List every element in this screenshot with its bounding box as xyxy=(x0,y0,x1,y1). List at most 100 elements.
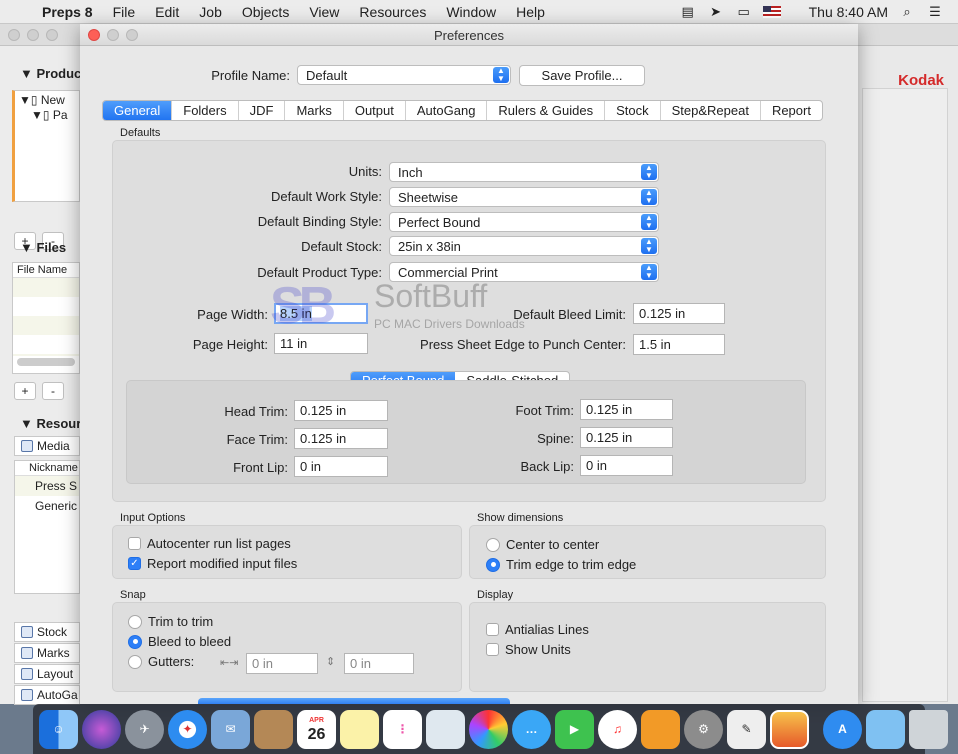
show-units-checkbox[interactable]: Show Units xyxy=(486,642,571,657)
menu-file[interactable]: File xyxy=(103,4,146,20)
head-trim-field[interactable]: 0.125 in xyxy=(294,400,388,421)
finder-icon[interactable]: ☺ xyxy=(39,709,78,749)
autocenter-checkbox[interactable]: Autocenter run list pages xyxy=(128,536,291,551)
printer-status-icon[interactable]: ▤ xyxy=(679,4,697,19)
files-section-header[interactable]: ▼ Files xyxy=(20,240,66,255)
tab-jdf[interactable]: JDF xyxy=(239,101,286,120)
menubar-clock[interactable]: Thu 8:40 AM xyxy=(809,4,888,20)
trim-edge-radio[interactable]: Trim edge to trim edge xyxy=(486,557,636,572)
spotlight-search-icon[interactable]: ⌕ xyxy=(898,4,916,19)
tab-output[interactable]: Output xyxy=(344,101,406,120)
menu-app-name[interactable]: Preps 8 xyxy=(34,4,103,20)
messages-icon[interactable]: … xyxy=(512,709,551,749)
resource-media-tab[interactable]: Media xyxy=(14,436,80,456)
center-to-center-radio[interactable]: Center to center xyxy=(486,537,599,552)
menu-help[interactable]: Help xyxy=(506,4,555,20)
checkmark-icon: ✓ xyxy=(128,557,141,570)
trash-icon[interactable] xyxy=(909,709,948,749)
siri-icon[interactable] xyxy=(82,709,121,749)
notification-center-icon[interactable]: ☰ xyxy=(926,4,944,19)
trim-to-trim-radio[interactable]: Trim to trim xyxy=(128,614,213,629)
gutter-vertical-field[interactable]: 0 in xyxy=(344,653,414,674)
page-width-field[interactable]: 8.5 in xyxy=(274,303,368,324)
preps-app-icon[interactable] xyxy=(770,709,809,749)
files-remove-button[interactable]: - xyxy=(42,382,64,400)
files-scrollbar[interactable] xyxy=(17,358,75,366)
display-mirror-icon[interactable]: ▭ xyxy=(735,4,753,19)
tab-marks[interactable]: Marks xyxy=(285,101,344,120)
resource-row-press[interactable]: Press S xyxy=(15,476,79,496)
tab-step-repeat[interactable]: Step&Repeat xyxy=(661,101,761,120)
facetime-icon[interactable]: ▶ xyxy=(555,709,594,749)
tree-item-new[interactable]: ▼▯ New xyxy=(15,91,79,107)
files-add-button[interactable]: + xyxy=(14,382,36,400)
menu-objects[interactable]: Objects xyxy=(232,4,299,20)
input-source-flag-icon[interactable] xyxy=(762,5,781,18)
menu-edit[interactable]: Edit xyxy=(145,4,189,20)
main-close-icon[interactable] xyxy=(8,28,20,41)
default-stock-select[interactable]: 25in x 38in ▲ ▼ xyxy=(389,236,659,256)
resources-column-header[interactable]: Nickname xyxy=(15,461,79,476)
resource-marks-tab[interactable]: Marks xyxy=(14,643,80,663)
units-select[interactable]: Inch ▲ ▼ xyxy=(389,162,659,182)
bleed-limit-field[interactable]: 0.125 in xyxy=(633,303,725,324)
save-profile-button[interactable]: Save Profile... xyxy=(519,65,645,86)
product-type-select[interactable]: Commercial Print ▲ ▼ xyxy=(389,262,659,282)
gutter-horizontal-field[interactable]: 0 in xyxy=(246,653,318,674)
tab-general[interactable]: General xyxy=(103,101,173,120)
contacts-icon[interactable] xyxy=(254,709,293,749)
tab-rulers-guides[interactable]: Rulers & Guides xyxy=(487,101,606,120)
binding-style-select[interactable]: Perfect Bound ▲ ▼ xyxy=(389,212,659,232)
app-store-icon[interactable]: A xyxy=(823,709,862,749)
textedit-icon[interactable]: ✎ xyxy=(727,709,766,749)
tab-autogang[interactable]: AutoGang xyxy=(406,101,488,120)
resource-stock-tab[interactable]: Stock xyxy=(14,622,80,642)
books-icon[interactable] xyxy=(641,709,680,749)
resource-row-generic[interactable]: Generic xyxy=(15,496,79,516)
music-icon[interactable]: ♫ xyxy=(598,709,637,749)
send-icon[interactable]: ➤ xyxy=(707,4,725,19)
tree-item-page[interactable]: ▼▯ Pa xyxy=(15,107,79,122)
report-modified-checkbox[interactable]: ✓ Report modified input files xyxy=(128,556,297,571)
resource-layout-tab[interactable]: Layout xyxy=(14,664,80,684)
photos-icon[interactable] xyxy=(469,709,508,749)
products-section-header[interactable]: ▼ Produc xyxy=(20,66,81,81)
menu-job[interactable]: Job xyxy=(189,4,232,20)
punch-center-field[interactable]: 1.5 in xyxy=(633,334,725,355)
spine-field[interactable]: 0.125 in xyxy=(580,427,673,448)
face-trim-field[interactable]: 0.125 in xyxy=(294,428,388,449)
launchpad-icon[interactable]: ✈ xyxy=(125,709,164,749)
resources-section-header[interactable]: ▼ Resour xyxy=(20,416,81,431)
products-tree[interactable]: ▼▯ New ▼▯ Pa xyxy=(12,90,80,202)
files-column-header[interactable]: File Name xyxy=(13,263,79,278)
mail-icon[interactable]: ✉ xyxy=(211,709,250,749)
menu-resources[interactable]: Resources xyxy=(349,4,436,20)
gutters-radio[interactable]: Gutters: xyxy=(128,654,194,669)
reminders-icon[interactable]: ⋮ xyxy=(383,709,422,749)
work-style-select[interactable]: Sheetwise ▲ ▼ xyxy=(389,187,659,207)
files-list[interactable]: File Name xyxy=(12,262,80,374)
menu-view[interactable]: View xyxy=(299,4,349,20)
bleed-to-bleed-radio[interactable]: Bleed to bleed xyxy=(128,634,231,649)
resource-autogang-tab[interactable]: AutoGa xyxy=(14,685,80,705)
back-lip-field[interactable]: 0 in xyxy=(580,455,673,476)
tab-folders[interactable]: Folders xyxy=(172,101,239,120)
main-minimize-icon[interactable] xyxy=(27,28,39,41)
front-lip-field[interactable]: 0 in xyxy=(294,456,388,477)
downloads-folder-icon[interactable] xyxy=(866,709,905,749)
antialias-checkbox[interactable]: Antialias Lines xyxy=(486,622,589,637)
safari-icon[interactable]: ✦ xyxy=(168,709,207,749)
calendar-icon[interactable]: APR 26 xyxy=(297,709,336,749)
resources-list[interactable]: Nickname Press S Generic xyxy=(14,460,80,594)
tab-report[interactable]: Report xyxy=(761,101,822,120)
system-preferences-icon[interactable]: ⚙ xyxy=(684,709,723,749)
preview-icon[interactable] xyxy=(426,709,465,749)
page-height-field[interactable]: 11 in xyxy=(274,333,368,354)
profile-name-select[interactable]: Default ▲ ▼ xyxy=(297,65,511,85)
menu-window[interactable]: Window xyxy=(436,4,506,20)
main-zoom-icon[interactable] xyxy=(46,28,58,41)
foot-trim-field[interactable]: 0.125 in xyxy=(580,399,673,420)
back-lip-label: Back Lip: xyxy=(520,459,574,474)
tab-stock[interactable]: Stock xyxy=(605,101,661,120)
notes-icon[interactable] xyxy=(340,709,379,749)
